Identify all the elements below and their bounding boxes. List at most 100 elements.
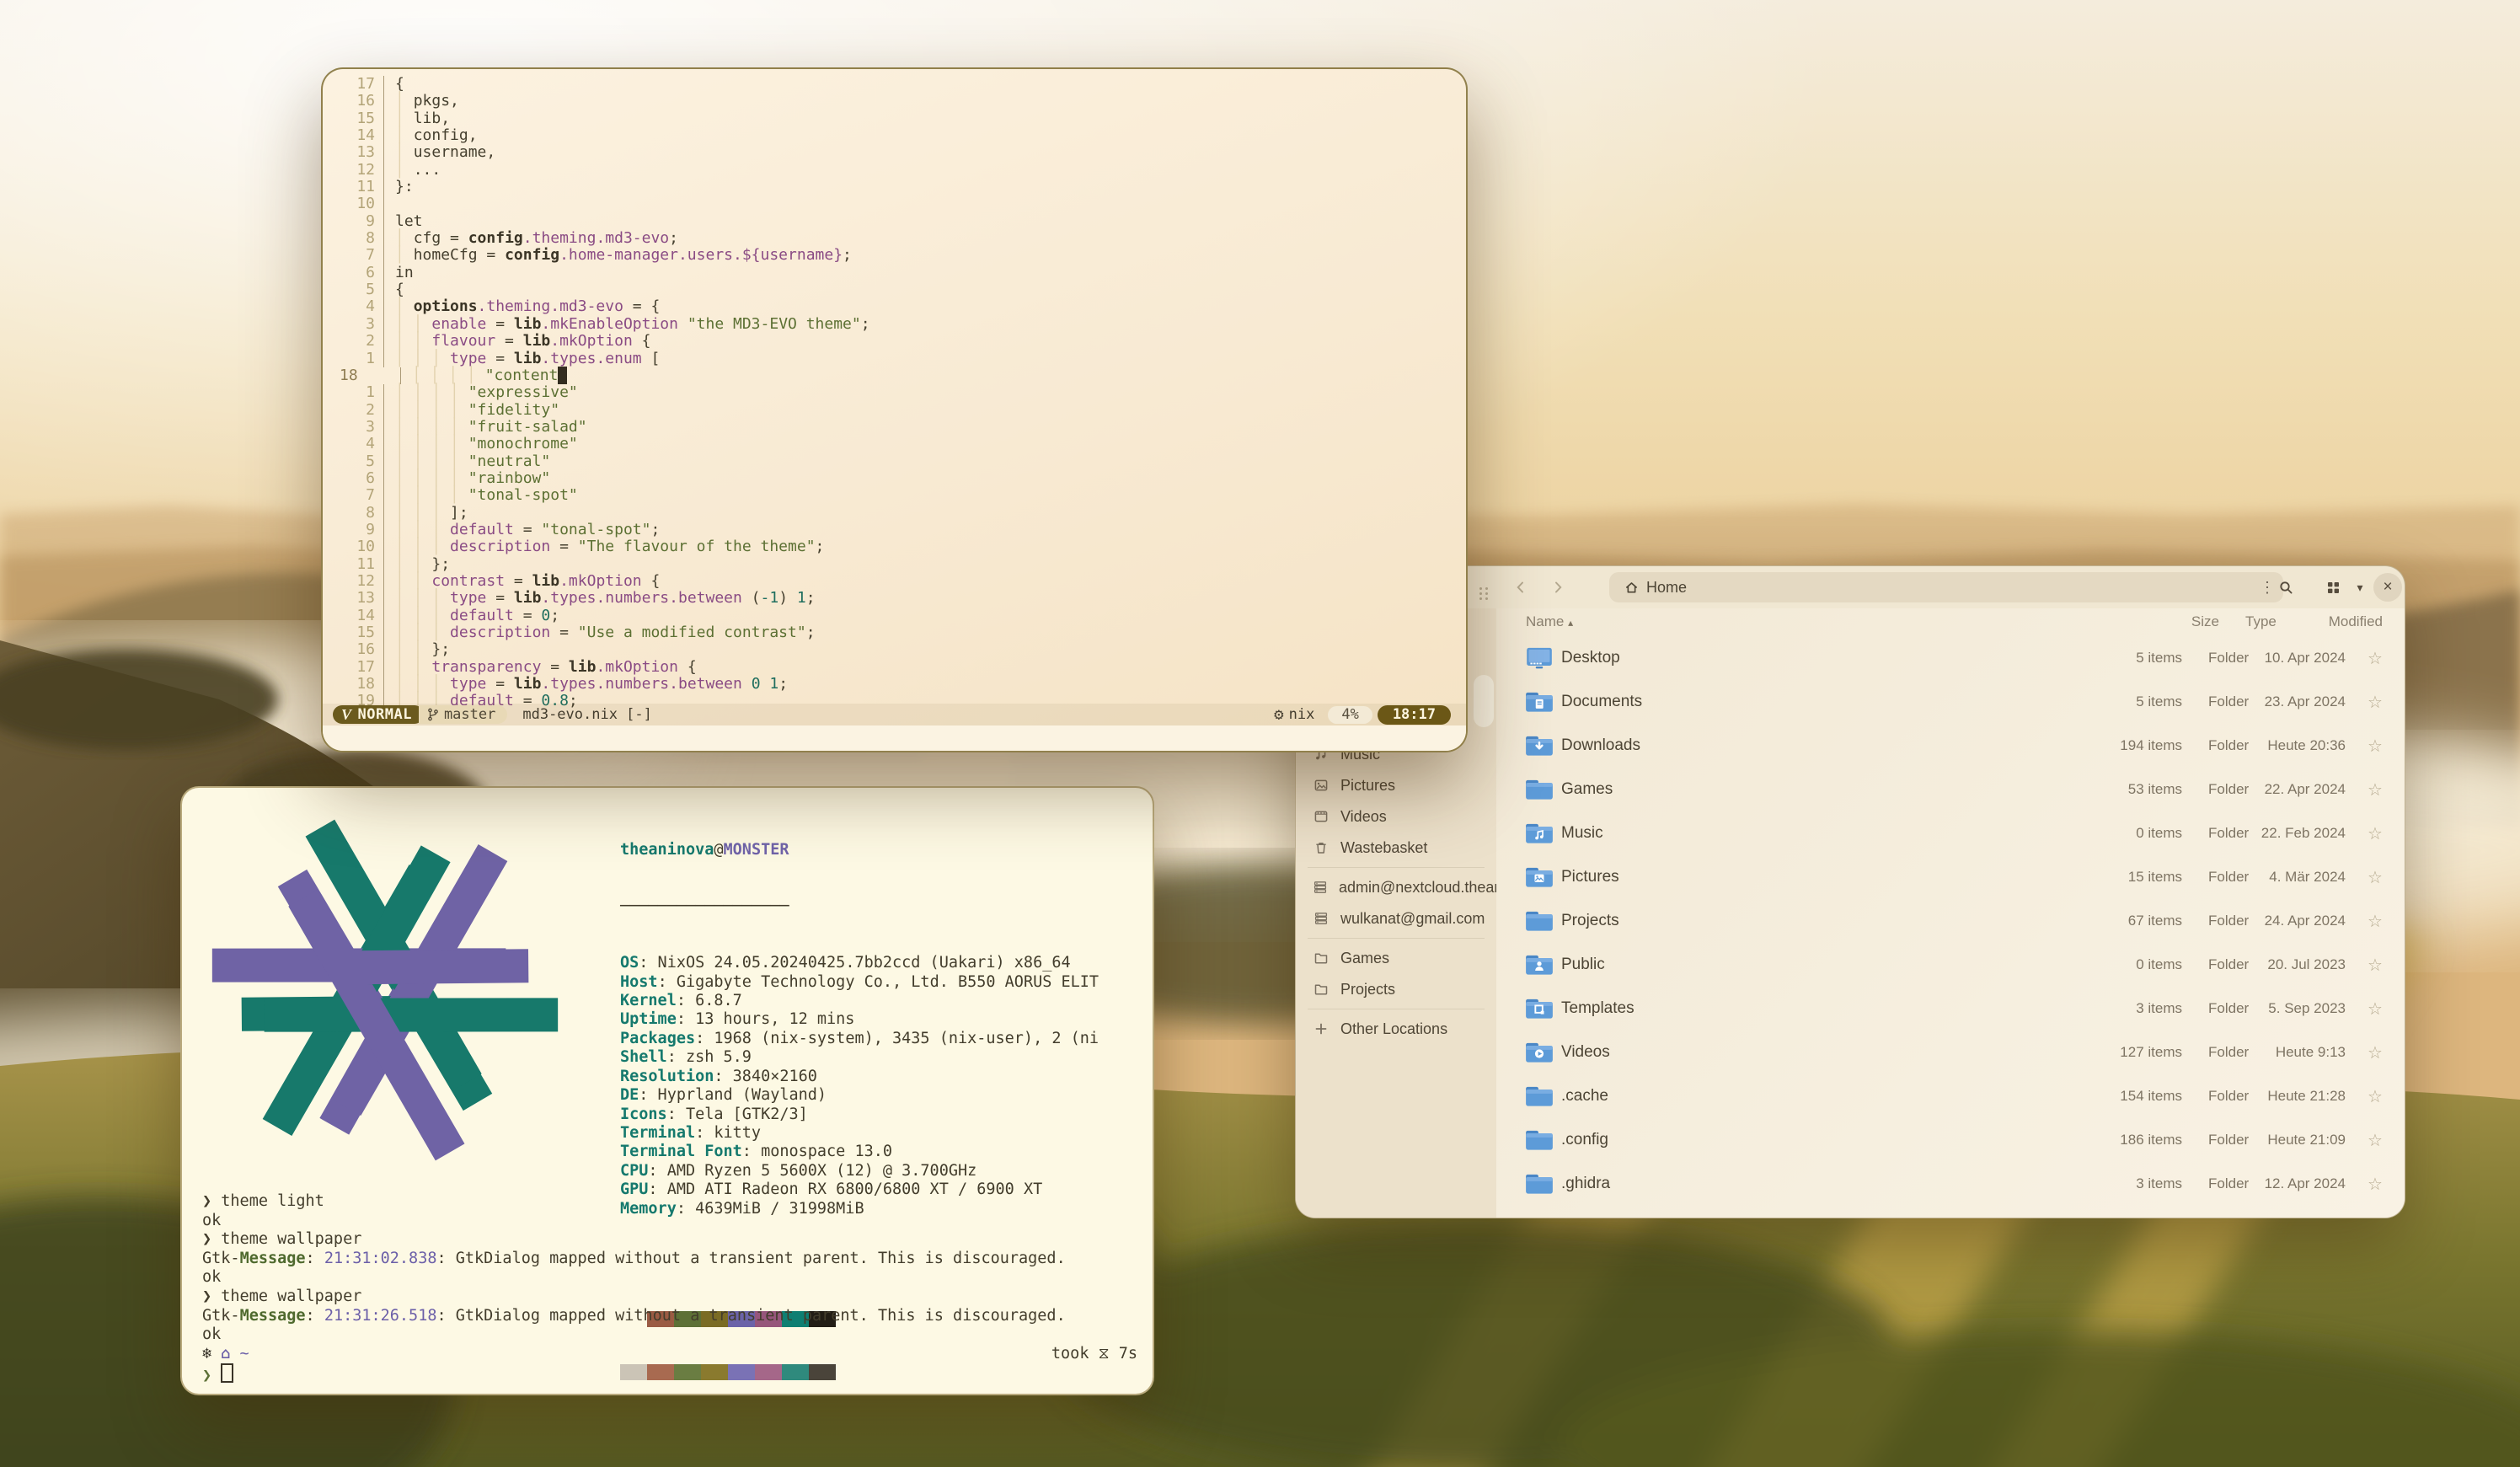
git-branch-indicator: master bbox=[419, 705, 507, 724]
table-row[interactable]: Documents5 itemsFolder23. Apr 2024☆ bbox=[1496, 680, 2405, 724]
star-icon[interactable]: ☆ bbox=[2346, 648, 2405, 669]
star-icon[interactable]: ☆ bbox=[2346, 823, 2405, 844]
chevron-left-icon bbox=[1513, 580, 1528, 595]
star-icon[interactable]: ☆ bbox=[2346, 692, 2405, 713]
editor-window[interactable]: 17{16│ pkgs,15│ lib,14│ config,13│ usern… bbox=[321, 67, 1468, 752]
code-area[interactable]: 17{16│ pkgs,15│ lib,14│ config,13│ usern… bbox=[323, 76, 1466, 710]
file-type: Folder bbox=[2182, 825, 2253, 842]
prompt-status-line: ❄ ⌂ ~took ⧖ 7s bbox=[202, 1345, 1137, 1364]
file-type: Folder bbox=[2182, 693, 2253, 710]
code-line: 17│ │ transparency = lib.mkOption { bbox=[323, 659, 1466, 676]
sidebar-item-videos[interactable]: Videos bbox=[1303, 801, 1490, 832]
terminal-prompt[interactable]: ❯ bbox=[202, 1363, 1137, 1386]
code-line: 8│ │ │ ]; bbox=[323, 505, 1466, 522]
terminal-window[interactable]: theaninova@MONSTER ────────────────── OS… bbox=[180, 786, 1154, 1395]
star-icon[interactable]: ☆ bbox=[2346, 911, 2405, 932]
file-modified: Heute 20:36 bbox=[2253, 737, 2346, 754]
sidebar-item-projects[interactable]: Projects bbox=[1303, 974, 1490, 1004]
table-row[interactable]: Videos127 itemsFolderHeute 9:13☆ bbox=[1496, 1031, 2405, 1074]
sort-caret-icon: ▴ bbox=[1568, 617, 1573, 629]
sidebar-item-admin-nextcloud-theanin-[interactable]: admin@nextcloud.theanin... bbox=[1303, 872, 1490, 902]
star-icon[interactable]: ☆ bbox=[2346, 1130, 2405, 1151]
fastfetch-row: Terminal: kitty bbox=[620, 1124, 1099, 1143]
code-line: 8│ cfg = config.theming.md3-evo; bbox=[323, 230, 1466, 247]
column-headers: Name ▴ Size Type Modified bbox=[1496, 608, 2405, 635]
line-number: 15 bbox=[323, 110, 384, 127]
sidebar-item-wastebasket[interactable]: Wastebasket bbox=[1303, 833, 1490, 863]
star-icon[interactable]: ☆ bbox=[2346, 1042, 2405, 1063]
view-grid-button[interactable] bbox=[2320, 573, 2346, 602]
sidebar-item-label: wulkanat@gmail.com bbox=[1340, 910, 1485, 928]
sidebar-item-other-locations[interactable]: Other Locations bbox=[1303, 1014, 1490, 1044]
table-row[interactable]: Desktop5 itemsFolder10. Apr 2024☆ bbox=[1496, 636, 2405, 680]
star-icon[interactable]: ☆ bbox=[2346, 955, 2405, 976]
file-name: Templates bbox=[1561, 999, 2047, 1018]
star-icon[interactable]: ☆ bbox=[2346, 779, 2405, 800]
location-bar[interactable]: Home ⋮ bbox=[1609, 572, 2283, 602]
search-button[interactable] bbox=[2271, 573, 2300, 602]
star-icon[interactable]: ☆ bbox=[2346, 999, 2405, 1020]
fastfetch-row: Host: Gigabyte Technology Co., Ltd. B550… bbox=[620, 973, 1099, 992]
line-number: 14 bbox=[323, 608, 384, 624]
column-modified[interactable]: Modified bbox=[2290, 613, 2383, 630]
column-type[interactable]: Type bbox=[2219, 613, 2290, 630]
table-row[interactable]: Pictures15 itemsFolder4. Mär 2024☆ bbox=[1496, 855, 2405, 899]
table-row[interactable]: Games53 itemsFolder22. Apr 2024☆ bbox=[1496, 768, 2405, 811]
fastfetch-row: Uptime: 13 hours, 12 mins bbox=[620, 1010, 1099, 1029]
back-button[interactable] bbox=[1506, 573, 1535, 602]
close-button[interactable]: × bbox=[2373, 573, 2402, 602]
line-number: 8 bbox=[323, 230, 384, 247]
file-type: Folder bbox=[2182, 869, 2253, 886]
terminal-line: ❯ theme wallpaper bbox=[202, 1230, 1137, 1250]
line-number: 13 bbox=[323, 144, 384, 161]
sidebar-item-wulkanat-gmail-com[interactable]: wulkanat@gmail.com bbox=[1303, 903, 1490, 934]
column-size[interactable]: Size bbox=[2084, 613, 2219, 630]
view-options-dropdown[interactable]: ▾ bbox=[2351, 573, 2369, 602]
table-row[interactable]: Downloads194 itemsFolderHeute 20:36☆ bbox=[1496, 724, 2405, 768]
file-modified: Heute 9:13 bbox=[2253, 1044, 2346, 1061]
star-icon[interactable]: ☆ bbox=[2346, 736, 2405, 757]
sidebar-item-games[interactable]: Games bbox=[1303, 943, 1490, 973]
forward-button[interactable] bbox=[1544, 573, 1572, 602]
terminal-history: ❯ theme lightok❯ theme wallpaperGtk-Mess… bbox=[202, 1192, 1137, 1386]
code-line: 1│ │ │ │ "expressive" bbox=[323, 384, 1466, 401]
table-row[interactable]: Templates3 itemsFolder5. Sep 2023☆ bbox=[1496, 987, 2405, 1031]
table-row[interactable]: Public0 itemsFolder20. Jul 2023☆ bbox=[1496, 943, 2405, 987]
sidebar-item-pictures[interactable]: Pictures bbox=[1303, 770, 1490, 800]
code-line: 12│ │ contrast = lib.mkOption { bbox=[323, 573, 1466, 590]
file-modified: 22. Feb 2024 bbox=[2253, 825, 2346, 842]
folder-icon bbox=[1524, 821, 1554, 846]
terminal-line: ❯ theme light bbox=[202, 1192, 1137, 1212]
sidebar-scrollbar[interactable] bbox=[1474, 675, 1494, 727]
fastfetch-row: DE: Hyprland (Wayland) bbox=[620, 1086, 1099, 1105]
star-icon[interactable]: ☆ bbox=[2346, 1086, 2405, 1107]
fastfetch-row: OS: NixOS 24.05.20240425.7bb2ccd (Uakari… bbox=[620, 954, 1099, 972]
line-number: 13 bbox=[323, 590, 384, 607]
search-icon bbox=[2278, 580, 2294, 596]
table-row[interactable]: .ghidra3 itemsFolder12. Apr 2024☆ bbox=[1496, 1162, 2405, 1206]
star-icon[interactable]: ☆ bbox=[2346, 1174, 2405, 1195]
line-number: 12 bbox=[323, 573, 384, 590]
code-line: 15│ lib, bbox=[323, 110, 1466, 127]
code-line: 5│ │ │ │ "neutral" bbox=[323, 453, 1466, 470]
file-type: Folder bbox=[2182, 1088, 2253, 1105]
table-row[interactable]: Music0 itemsFolder22. Feb 2024☆ bbox=[1496, 811, 2405, 855]
code-line: 18│ │ │ type = lib.types.numbers.between… bbox=[323, 676, 1466, 693]
table-row[interactable]: .cache154 itemsFolderHeute 21:28☆ bbox=[1496, 1074, 2405, 1118]
fastfetch-row: Packages: 1968 (nix-system), 3435 (nix-u… bbox=[620, 1030, 1099, 1048]
code-line: 1│ │ │ type = lib.types.enum [ bbox=[323, 351, 1466, 367]
line-number: 17 bbox=[323, 76, 384, 93]
fastfetch-row: CPU: AMD Ryzen 5 5600X (12) @ 3.700GHz bbox=[620, 1162, 1099, 1181]
file-type: Folder bbox=[2182, 1044, 2253, 1061]
filetype-label: nix bbox=[1289, 706, 1315, 723]
video-icon bbox=[1313, 808, 1330, 825]
fastfetch-row: Shell: zsh 5.9 bbox=[620, 1048, 1099, 1067]
star-icon[interactable]: ☆ bbox=[2346, 867, 2405, 888]
fastfetch-header: theaninova@MONSTER bbox=[620, 841, 1099, 859]
table-row[interactable]: .config186 itemsFolderHeute 21:09☆ bbox=[1496, 1118, 2405, 1162]
line-number: 10 bbox=[323, 195, 384, 212]
pane-drag-handle[interactable] bbox=[1479, 587, 1489, 600]
column-name[interactable]: Name ▴ bbox=[1496, 613, 2084, 630]
table-row[interactable]: Projects67 itemsFolder24. Apr 2024☆ bbox=[1496, 899, 2405, 943]
file-size: 127 items bbox=[2047, 1044, 2182, 1061]
